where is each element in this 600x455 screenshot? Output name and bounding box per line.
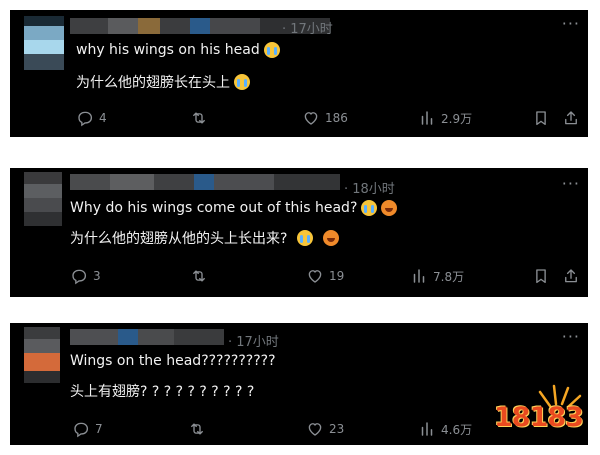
post-text-english-content: why his wings on his head [76, 42, 260, 58]
bookmark-icon [532, 109, 550, 127]
post-text-english: Why do his wings come out of this head? [70, 200, 398, 216]
heart-icon [306, 267, 324, 285]
like-button[interactable]: 19 [306, 266, 344, 286]
repost-button[interactable] [190, 108, 208, 128]
post-text-chinese: 为什么他的翅膀从他的头上长出来? [70, 228, 340, 248]
post-text-chinese-content: 为什么他的翅膀长在头上 [76, 75, 230, 91]
user-name-blurred[interactable] [70, 329, 224, 345]
repost-button[interactable] [190, 266, 208, 286]
repost-button[interactable] [188, 419, 206, 439]
crying-face-icon [234, 74, 250, 90]
post-timestamp[interactable]: · 17小时 [282, 18, 333, 37]
post-text-english-content: Why do his wings come out of this head? [70, 200, 358, 216]
reply-icon [76, 109, 94, 127]
more-icon[interactable]: ··· [562, 327, 580, 346]
views-icon [410, 267, 428, 285]
share-button[interactable] [562, 108, 580, 128]
fire-face-icon [381, 200, 398, 216]
view-count: 4.6万 [441, 422, 473, 437]
views-button[interactable]: 2.9万 [418, 108, 472, 128]
share-icon [562, 267, 580, 285]
reply-icon [72, 420, 90, 438]
views-button[interactable]: 7.8万 [410, 266, 464, 286]
like-button[interactable]: 186 [302, 108, 348, 128]
like-count: 19 [329, 269, 345, 283]
action-bar: 4 186 2.9万 [10, 108, 588, 128]
watermark-text: 18183 [494, 402, 584, 433]
crying-face-icon [297, 230, 314, 246]
avatar[interactable] [24, 172, 62, 226]
bookmark-button[interactable] [532, 266, 550, 286]
avatar[interactable] [24, 327, 60, 383]
watermark-logo: 18183 [494, 380, 590, 446]
post-text-english: why his wings on his head [76, 42, 280, 58]
post-text-chinese-content: 为什么他的翅膀从他的头上长出来? [70, 231, 288, 247]
crying-face-icon [263, 42, 280, 58]
post-card-2[interactable]: · 18小时 ··· Why do his wings come out of … [10, 168, 588, 297]
reply-count: 4 [99, 111, 107, 125]
view-count: 7.8万 [433, 269, 465, 284]
reply-button[interactable]: 4 [76, 108, 107, 128]
bookmark-icon [532, 267, 550, 285]
post-text-chinese: 头上有翅膀? ? ? ? ? ? ? ? ? ? [70, 381, 254, 401]
reply-count: 3 [93, 269, 101, 283]
post-text-chinese: 为什么他的翅膀长在头上 [76, 72, 250, 92]
view-count: 2.9万 [441, 111, 473, 126]
post-card-1[interactable]: · 17小时 ··· why his wings on his head 为什么… [10, 10, 588, 137]
more-icon[interactable]: ··· [562, 174, 580, 193]
reply-button[interactable]: 7 [72, 419, 103, 439]
post-text-chinese-content: 头上有翅膀? ? ? ? ? ? ? ? ? ? [70, 384, 255, 400]
repost-icon [188, 420, 206, 438]
views-icon [418, 109, 436, 127]
reply-icon [70, 267, 88, 285]
post-text-english-content: Wings on the head?????????? [70, 353, 276, 369]
views-button[interactable]: 4.6万 [418, 419, 472, 439]
views-icon [418, 420, 436, 438]
repost-icon [190, 267, 208, 285]
crying-face-icon [361, 200, 378, 216]
like-count: 23 [329, 422, 345, 436]
post-timestamp[interactable]: · 17小时 [228, 331, 279, 350]
post-timestamp[interactable]: · 18小时 [344, 178, 395, 197]
reply-button[interactable]: 3 [70, 266, 101, 286]
repost-icon [190, 109, 208, 127]
post-text-english: Wings on the head?????????? [70, 353, 276, 369]
more-icon[interactable]: ··· [562, 14, 580, 33]
like-count: 186 [325, 111, 348, 125]
avatar[interactable] [24, 16, 64, 70]
bookmark-button[interactable] [532, 108, 550, 128]
heart-icon [306, 420, 324, 438]
user-name-blurred[interactable] [70, 174, 340, 190]
reply-count: 7 [95, 422, 103, 436]
share-icon [562, 109, 580, 127]
share-button[interactable] [562, 266, 580, 286]
like-button[interactable]: 23 [306, 419, 344, 439]
fire-face-icon [323, 230, 340, 246]
action-bar: 3 19 7.8万 [10, 266, 588, 286]
heart-icon [302, 109, 320, 127]
